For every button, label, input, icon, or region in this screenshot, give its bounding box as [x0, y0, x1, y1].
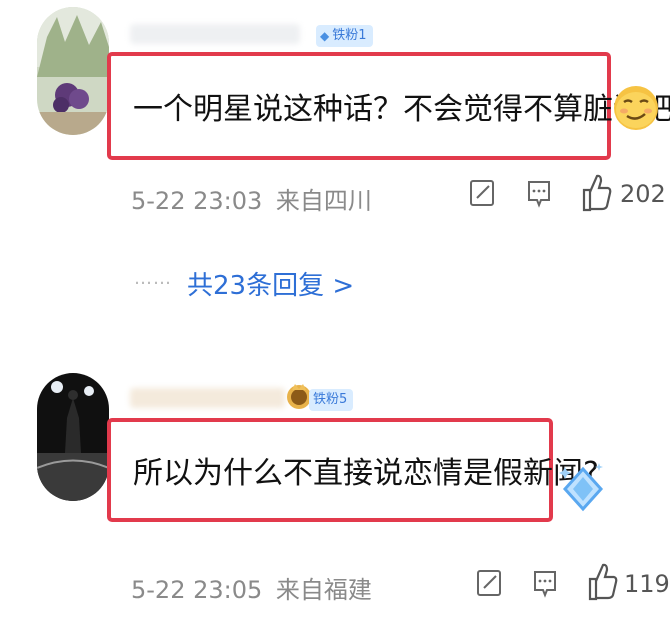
fan-badge-label: 铁粉1	[332, 28, 367, 43]
comment-date: 5-22 23:05	[131, 576, 263, 604]
view-replies-link[interactable]: 共23条回复 >	[187, 265, 354, 302]
comment-location: 来自四川	[275, 187, 372, 215]
comment-text-box: 一个明星说这种话？不会觉得不算脏话吧	[107, 52, 670, 160]
share-icon[interactable]	[476, 568, 502, 598]
comment-location: 来自福建	[275, 576, 372, 604]
comment-date: 5-22 23:03	[131, 187, 263, 215]
comment-meta: 5-22 23:03 来自四川	[131, 181, 372, 216]
comment-meta: 5-22 23:05 来自福建	[131, 570, 372, 605]
share-icon[interactable]	[469, 178, 495, 208]
smirk-emoji-icon	[612, 80, 660, 132]
fan-badge-label: 铁粉5	[313, 392, 348, 407]
username[interactable]	[130, 24, 300, 44]
fan-badge: ◆ 铁粉1	[316, 25, 373, 47]
comment-icon[interactable]	[533, 570, 557, 598]
comment-text: 一个明星说这种话？不会觉得不算脏话吧	[133, 92, 670, 127]
reply-dots: ……	[134, 268, 172, 289]
fan-badge: 铁粉5	[309, 389, 354, 411]
diamond-icon: ◆	[320, 29, 330, 43]
comment-text-box: 所以为什么不直接说恋情是假新闻?	[107, 418, 599, 522]
avatar[interactable]	[37, 7, 109, 135]
comment-text: 所以为什么不直接说恋情是假新闻?	[133, 456, 599, 491]
username[interactable]	[130, 388, 285, 408]
like-icon[interactable]	[582, 172, 612, 212]
diamond-sticker-icon	[559, 461, 607, 517]
avatar[interactable]	[37, 373, 109, 501]
like-count: 119	[624, 570, 670, 598]
like-icon[interactable]	[588, 561, 618, 601]
like-count: 202	[620, 180, 666, 208]
comment-icon[interactable]	[527, 180, 551, 208]
